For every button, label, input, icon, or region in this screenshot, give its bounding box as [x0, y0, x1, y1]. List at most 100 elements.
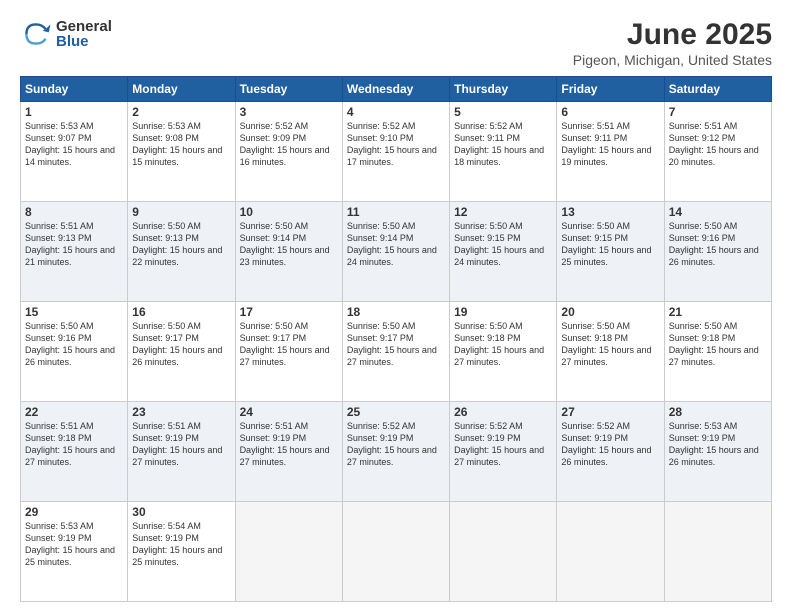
calendar-week-row-3: 15Sunrise: 5:50 AMSunset: 9:16 PMDayligh…	[21, 302, 772, 402]
day-info: Sunrise: 5:51 AMSunset: 9:19 PMDaylight:…	[132, 420, 230, 469]
day-number: 4	[347, 105, 445, 119]
calendar-cell: 17Sunrise: 5:50 AMSunset: 9:17 PMDayligh…	[235, 302, 342, 402]
day-info: Sunrise: 5:50 AMSunset: 9:18 PMDaylight:…	[561, 320, 659, 369]
day-info: Sunrise: 5:53 AMSunset: 9:08 PMDaylight:…	[132, 120, 230, 169]
day-number: 7	[669, 105, 767, 119]
calendar-cell: 3Sunrise: 5:52 AMSunset: 9:09 PMDaylight…	[235, 102, 342, 202]
day-info: Sunrise: 5:51 AMSunset: 9:12 PMDaylight:…	[669, 120, 767, 169]
day-number: 19	[454, 305, 552, 319]
day-number: 30	[132, 505, 230, 519]
calendar-cell: 28Sunrise: 5:53 AMSunset: 9:19 PMDayligh…	[664, 402, 771, 502]
logo-blue: Blue	[56, 34, 112, 49]
calendar-cell: 15Sunrise: 5:50 AMSunset: 9:16 PMDayligh…	[21, 302, 128, 402]
day-info: Sunrise: 5:53 AMSunset: 9:07 PMDaylight:…	[25, 120, 123, 169]
calendar-cell: 23Sunrise: 5:51 AMSunset: 9:19 PMDayligh…	[128, 402, 235, 502]
day-info: Sunrise: 5:50 AMSunset: 9:15 PMDaylight:…	[561, 220, 659, 269]
calendar-cell: 13Sunrise: 5:50 AMSunset: 9:15 PMDayligh…	[557, 202, 664, 302]
day-number: 28	[669, 405, 767, 419]
day-info: Sunrise: 5:50 AMSunset: 9:15 PMDaylight:…	[454, 220, 552, 269]
calendar-header-row: SundayMondayTuesdayWednesdayThursdayFrid…	[21, 77, 772, 102]
calendar-header-friday: Friday	[557, 77, 664, 102]
day-info: Sunrise: 5:52 AMSunset: 9:10 PMDaylight:…	[347, 120, 445, 169]
logo: General Blue	[20, 18, 112, 50]
day-info: Sunrise: 5:50 AMSunset: 9:16 PMDaylight:…	[25, 320, 123, 369]
day-number: 22	[25, 405, 123, 419]
day-number: 11	[347, 205, 445, 219]
day-number: 21	[669, 305, 767, 319]
day-info: Sunrise: 5:51 AMSunset: 9:11 PMDaylight:…	[561, 120, 659, 169]
calendar-cell: 2Sunrise: 5:53 AMSunset: 9:08 PMDaylight…	[128, 102, 235, 202]
calendar-cell: 11Sunrise: 5:50 AMSunset: 9:14 PMDayligh…	[342, 202, 449, 302]
calendar-cell: 30Sunrise: 5:54 AMSunset: 9:19 PMDayligh…	[128, 502, 235, 602]
day-number: 14	[669, 205, 767, 219]
logo-text: General Blue	[56, 19, 112, 49]
calendar-header-tuesday: Tuesday	[235, 77, 342, 102]
day-info: Sunrise: 5:53 AMSunset: 9:19 PMDaylight:…	[669, 420, 767, 469]
day-info: Sunrise: 5:52 AMSunset: 9:19 PMDaylight:…	[561, 420, 659, 469]
calendar-header-monday: Monday	[128, 77, 235, 102]
calendar-cell: 8Sunrise: 5:51 AMSunset: 9:13 PMDaylight…	[21, 202, 128, 302]
day-info: Sunrise: 5:50 AMSunset: 9:14 PMDaylight:…	[347, 220, 445, 269]
calendar-cell	[342, 502, 449, 602]
calendar-cell: 4Sunrise: 5:52 AMSunset: 9:10 PMDaylight…	[342, 102, 449, 202]
day-number: 10	[240, 205, 338, 219]
day-info: Sunrise: 5:52 AMSunset: 9:19 PMDaylight:…	[454, 420, 552, 469]
calendar-cell: 14Sunrise: 5:50 AMSunset: 9:16 PMDayligh…	[664, 202, 771, 302]
calendar-week-row-2: 8Sunrise: 5:51 AMSunset: 9:13 PMDaylight…	[21, 202, 772, 302]
calendar-cell	[557, 502, 664, 602]
calendar-cell	[664, 502, 771, 602]
day-number: 25	[347, 405, 445, 419]
day-info: Sunrise: 5:50 AMSunset: 9:14 PMDaylight:…	[240, 220, 338, 269]
day-number: 29	[25, 505, 123, 519]
day-number: 27	[561, 405, 659, 419]
day-info: Sunrise: 5:52 AMSunset: 9:09 PMDaylight:…	[240, 120, 338, 169]
day-number: 12	[454, 205, 552, 219]
header: General Blue June 2025 Pigeon, Michigan,…	[20, 18, 772, 68]
calendar-week-row-1: 1Sunrise: 5:53 AMSunset: 9:07 PMDaylight…	[21, 102, 772, 202]
calendar-cell: 25Sunrise: 5:52 AMSunset: 9:19 PMDayligh…	[342, 402, 449, 502]
day-info: Sunrise: 5:50 AMSunset: 9:17 PMDaylight:…	[347, 320, 445, 369]
day-number: 24	[240, 405, 338, 419]
calendar-cell: 27Sunrise: 5:52 AMSunset: 9:19 PMDayligh…	[557, 402, 664, 502]
calendar-cell: 16Sunrise: 5:50 AMSunset: 9:17 PMDayligh…	[128, 302, 235, 402]
calendar-cell: 5Sunrise: 5:52 AMSunset: 9:11 PMDaylight…	[450, 102, 557, 202]
calendar-cell: 20Sunrise: 5:50 AMSunset: 9:18 PMDayligh…	[557, 302, 664, 402]
day-info: Sunrise: 5:50 AMSunset: 9:18 PMDaylight:…	[454, 320, 552, 369]
day-number: 23	[132, 405, 230, 419]
day-number: 17	[240, 305, 338, 319]
day-info: Sunrise: 5:50 AMSunset: 9:17 PMDaylight:…	[240, 320, 338, 369]
day-info: Sunrise: 5:52 AMSunset: 9:19 PMDaylight:…	[347, 420, 445, 469]
subtitle: Pigeon, Michigan, United States	[573, 52, 772, 68]
calendar-cell: 29Sunrise: 5:53 AMSunset: 9:19 PMDayligh…	[21, 502, 128, 602]
day-info: Sunrise: 5:51 AMSunset: 9:18 PMDaylight:…	[25, 420, 123, 469]
calendar-header-saturday: Saturday	[664, 77, 771, 102]
day-number: 1	[25, 105, 123, 119]
day-info: Sunrise: 5:50 AMSunset: 9:17 PMDaylight:…	[132, 320, 230, 369]
calendar-cell: 1Sunrise: 5:53 AMSunset: 9:07 PMDaylight…	[21, 102, 128, 202]
day-info: Sunrise: 5:50 AMSunset: 9:16 PMDaylight:…	[669, 220, 767, 269]
title-block: June 2025 Pigeon, Michigan, United State…	[573, 18, 772, 68]
calendar-header-thursday: Thursday	[450, 77, 557, 102]
day-info: Sunrise: 5:51 AMSunset: 9:13 PMDaylight:…	[25, 220, 123, 269]
day-number: 15	[25, 305, 123, 319]
calendar-cell	[450, 502, 557, 602]
day-number: 5	[454, 105, 552, 119]
day-info: Sunrise: 5:53 AMSunset: 9:19 PMDaylight:…	[25, 520, 123, 569]
page: General Blue June 2025 Pigeon, Michigan,…	[0, 0, 792, 612]
day-number: 8	[25, 205, 123, 219]
main-title: June 2025	[573, 18, 772, 52]
day-info: Sunrise: 5:51 AMSunset: 9:19 PMDaylight:…	[240, 420, 338, 469]
calendar-header-sunday: Sunday	[21, 77, 128, 102]
calendar-cell: 9Sunrise: 5:50 AMSunset: 9:13 PMDaylight…	[128, 202, 235, 302]
day-number: 13	[561, 205, 659, 219]
day-number: 26	[454, 405, 552, 419]
calendar-cell	[235, 502, 342, 602]
day-number: 16	[132, 305, 230, 319]
calendar-week-row-4: 22Sunrise: 5:51 AMSunset: 9:18 PMDayligh…	[21, 402, 772, 502]
day-number: 20	[561, 305, 659, 319]
day-number: 18	[347, 305, 445, 319]
calendar-cell: 12Sunrise: 5:50 AMSunset: 9:15 PMDayligh…	[450, 202, 557, 302]
calendar-cell: 24Sunrise: 5:51 AMSunset: 9:19 PMDayligh…	[235, 402, 342, 502]
calendar-cell: 22Sunrise: 5:51 AMSunset: 9:18 PMDayligh…	[21, 402, 128, 502]
day-number: 3	[240, 105, 338, 119]
